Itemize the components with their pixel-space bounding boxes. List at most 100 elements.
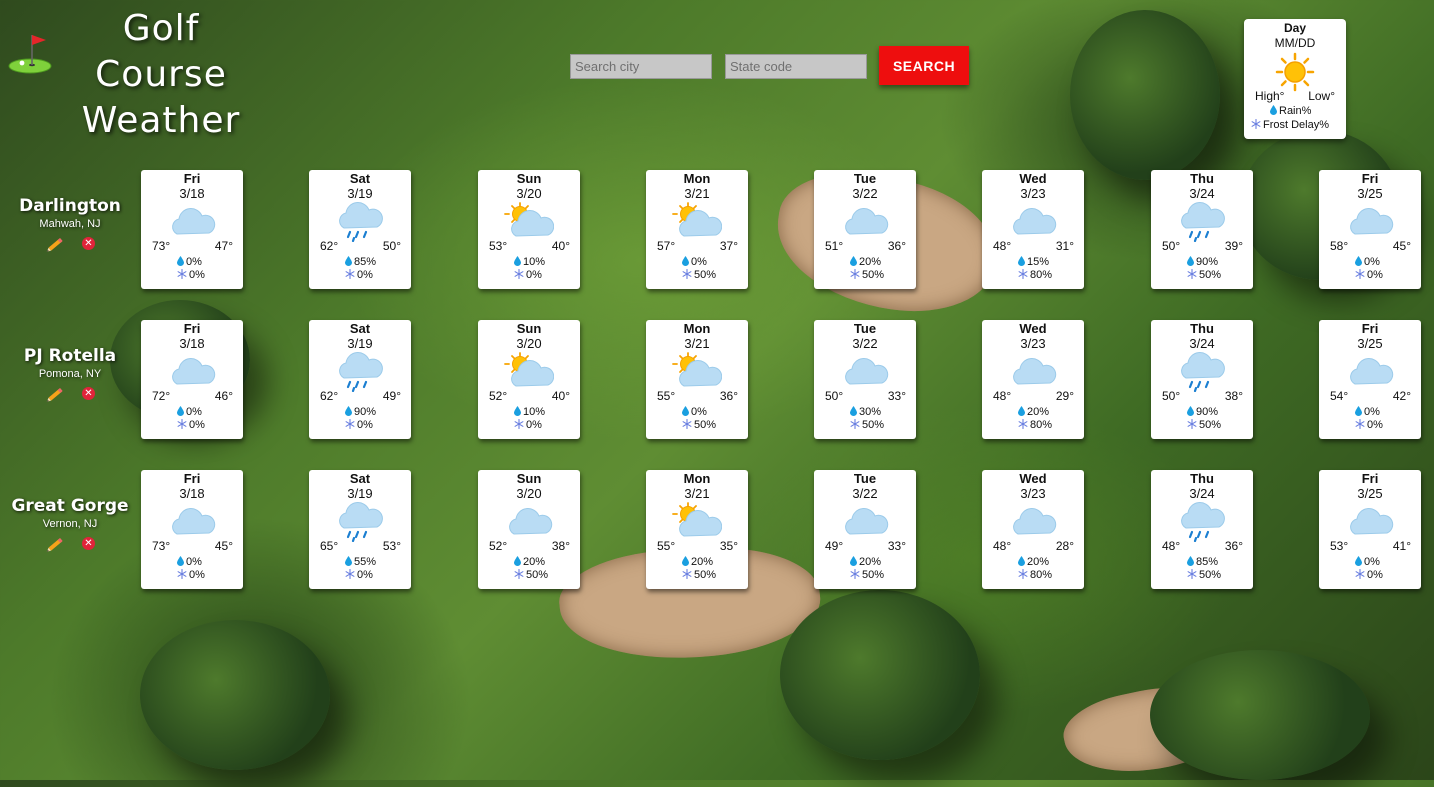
cloudy-icon <box>1008 502 1058 542</box>
forecast-date: 3/21 <box>684 486 710 501</box>
rain-drop-icon <box>850 406 857 416</box>
forecast-frost: 0% <box>1355 269 1383 281</box>
forecast-date: 3/18 <box>179 486 205 501</box>
forecast-card: Tue 3/22 50° 33° 30% 50% <box>814 320 916 439</box>
forecast-high: 73° <box>152 239 171 253</box>
forecast-frost: 0% <box>514 269 542 281</box>
forecast-card: Fri 3/18 73° 47° 0% 0% <box>141 170 243 289</box>
rain-drop-icon <box>1355 256 1362 266</box>
snowflake-icon <box>345 419 355 429</box>
course-actions: ✕ <box>10 534 130 554</box>
cloudy-icon <box>840 202 890 242</box>
frost-value: 80% <box>1030 269 1053 281</box>
delete-icon[interactable]: ✕ <box>82 237 95 250</box>
frost-value: 80% <box>1030 419 1053 431</box>
forecast-frost: 0% <box>177 419 205 431</box>
forecast-day: Wed <box>1019 321 1047 336</box>
rain-drop-icon <box>177 406 184 416</box>
forecast-high: 50° <box>1162 239 1181 253</box>
forecast-frost: 80% <box>1018 269 1052 281</box>
rain-icon <box>1177 202 1227 243</box>
cloudy-icon <box>840 352 890 392</box>
forecast-day: Fri <box>1361 171 1379 186</box>
state-code-input[interactable] <box>725 54 867 79</box>
partly-sunny-icon <box>504 352 555 392</box>
forecast-day: Fri <box>1361 471 1379 486</box>
rain-drop-icon <box>514 406 521 416</box>
rain-drop-icon <box>177 256 184 266</box>
forecast-day: Wed <box>1019 171 1047 186</box>
rain-value: 85% <box>1196 556 1219 568</box>
snowflake-icon <box>1018 569 1028 579</box>
forecast-frost: 80% <box>1018 419 1052 431</box>
forecast-high: 72° <box>152 389 171 403</box>
forecast-frost: 0% <box>177 569 205 581</box>
legend-rain: Rain% <box>1270 105 1311 117</box>
rain-drop-icon <box>682 406 689 416</box>
tree <box>1070 10 1220 180</box>
forecast-date: 3/25 <box>1357 486 1383 501</box>
forecast-card: Sun 3/20 53° 40° 10% 0% <box>478 170 580 289</box>
cloudy-icon <box>167 202 217 242</box>
snowflake-icon <box>1187 569 1197 579</box>
legend-frost-label: Frost Delay% <box>1263 119 1330 131</box>
snowflake-icon <box>1251 119 1261 129</box>
forecast-day: Fri <box>183 321 201 336</box>
course-name: Great Gorge <box>11 496 129 516</box>
forecast-day: Fri <box>1361 321 1379 336</box>
city-search-input[interactable] <box>570 54 712 79</box>
forecast-high: 55° <box>657 539 676 553</box>
forecast-rain: 0% <box>1355 406 1380 418</box>
frost-value: 50% <box>526 569 549 581</box>
snowflake-icon <box>1355 419 1365 429</box>
edit-pencil-icon[interactable] <box>46 385 66 403</box>
course-location: Pomona, NY <box>38 368 102 380</box>
forecast-day: Sat <box>349 321 371 336</box>
forecast-card: Sun 3/20 52° 38° 20% 50% <box>478 470 580 589</box>
forecast-card: Mon 3/21 55° 36° 0% 50% <box>646 320 748 439</box>
delete-icon[interactable]: ✕ <box>82 537 95 550</box>
rain-value: 20% <box>691 556 714 568</box>
forecast-rain: 0% <box>682 406 707 418</box>
forecast-day: Sun <box>516 321 542 336</box>
forecast-high: 65° <box>320 539 339 553</box>
forecast-low: 28° <box>1055 539 1074 553</box>
forecast-low: 39° <box>1224 239 1243 253</box>
forecast-rain: 90% <box>345 406 376 418</box>
forecast-date: 3/23 <box>1020 486 1046 501</box>
rain-icon <box>1177 502 1227 543</box>
forecast-low: 38° <box>551 539 570 553</box>
forecast-date: 3/25 <box>1357 336 1383 351</box>
legend-high: High° <box>1255 89 1285 103</box>
rain-value: 20% <box>1027 406 1050 418</box>
forecast-low: 42° <box>1392 389 1411 403</box>
rain-value: 55% <box>354 556 377 568</box>
course-actions: ✕ <box>10 234 130 254</box>
forecast-card: Wed 3/23 48° 28° 20% 80% <box>982 470 1084 589</box>
course-name: PJ Rotella <box>23 346 117 366</box>
snowflake-icon <box>514 419 524 429</box>
search-button[interactable]: SEARCH <box>879 46 969 85</box>
frost-value: 50% <box>862 569 885 581</box>
forecast-rain: 0% <box>177 556 202 568</box>
forecast-date: 3/18 <box>179 186 205 201</box>
forecast-low: 31° <box>1055 239 1074 253</box>
snowflake-icon <box>682 269 692 279</box>
forecast-card: Tue 3/22 49° 33° 20% 50% <box>814 470 916 589</box>
forecast-date: 3/19 <box>347 486 373 501</box>
rain-value: 20% <box>523 556 546 568</box>
delete-icon[interactable]: ✕ <box>82 387 95 400</box>
forecast-high: 52° <box>489 389 508 403</box>
snowflake-icon <box>514 269 524 279</box>
forecast-frost: 50% <box>1187 419 1221 431</box>
rain-drop-icon <box>1018 406 1025 416</box>
frost-value: 0% <box>1367 569 1383 581</box>
forecast-low: 33° <box>887 539 906 553</box>
rain-value: 15% <box>1027 256 1050 268</box>
edit-pencil-icon[interactable] <box>46 535 66 553</box>
forecast-frost: 50% <box>850 569 884 581</box>
edit-pencil-icon[interactable] <box>46 235 66 253</box>
forecast-low: 29° <box>1055 389 1074 403</box>
frost-value: 50% <box>1199 419 1222 431</box>
forecast-frost: 50% <box>514 569 548 581</box>
